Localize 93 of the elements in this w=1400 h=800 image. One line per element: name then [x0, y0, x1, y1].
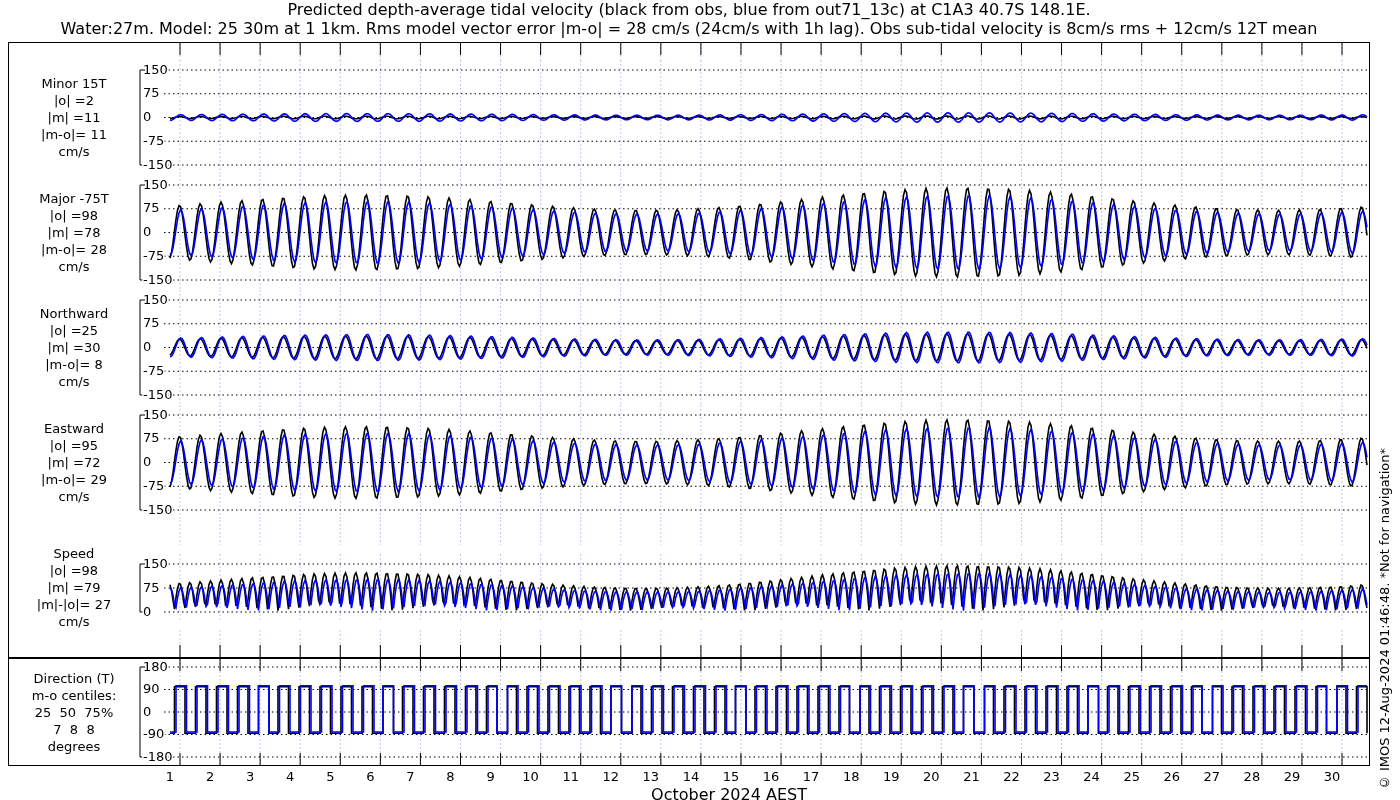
- panel-label: cm/s: [58, 613, 90, 630]
- panel-label: cm/s: [58, 258, 90, 275]
- axis-tick-label: -90: [143, 726, 165, 741]
- axis-tick-label: 180: [143, 658, 168, 674]
- panel-label: |o| =98: [49, 207, 99, 224]
- day-label: 11: [562, 769, 579, 784]
- panel-label: 7 8 8: [53, 720, 95, 738]
- panel-label: Northward: [39, 305, 109, 322]
- day-label: 9: [486, 769, 495, 784]
- axis-tick-label: 150: [143, 555, 168, 570]
- day-label: 2: [205, 769, 215, 784]
- day-label: 21: [963, 769, 980, 784]
- panel-label: degrees: [47, 737, 101, 755]
- chart-title: Predicted depth-average tidal velocity (black from obs, blue from out71_13c) at C1A3 40.7S 148.1E.: [287, 0, 1091, 19]
- credit-note: © IMOS 12-Aug-2024 01:46:48. *Not for navigation*: [1376, 446, 1392, 790]
- axis-tick-label: -75: [143, 247, 165, 263]
- axis-tick-label: -75: [143, 132, 165, 148]
- day-label: 15: [722, 769, 740, 784]
- axis-tick-label: 75: [143, 200, 160, 216]
- day-label: 28: [1243, 769, 1261, 784]
- axis-tick-label: 0: [143, 339, 152, 354]
- axis-tick-label: 75: [143, 315, 160, 331]
- panel-label: Minor 15T: [41, 75, 107, 92]
- axis-tick-label: -180: [143, 748, 173, 764]
- axis-tick-label: 150: [143, 291, 168, 307]
- panel-label: |o| =95: [49, 437, 99, 454]
- axis-tick-label: 150: [143, 176, 168, 192]
- panel-label: 25 50 75%: [34, 703, 114, 721]
- day-label: 12: [602, 769, 620, 784]
- panel-label: |m| =30: [47, 339, 101, 356]
- day-label: 5: [326, 769, 335, 784]
- day-label: 29: [1283, 769, 1301, 784]
- day-label: 23: [1043, 769, 1060, 784]
- panel-label: cm/s: [58, 143, 90, 160]
- day-label: 30: [1323, 769, 1341, 784]
- panel-label: |m-o|= 8: [45, 356, 103, 373]
- day-label: 24: [1083, 769, 1100, 784]
- day-label: 4: [286, 769, 295, 784]
- panel-label: cm/s: [58, 488, 90, 505]
- panel-label: |o| =98: [49, 562, 99, 579]
- panel-label: Eastward: [44, 420, 104, 437]
- day-label: 1: [165, 769, 175, 784]
- panel-label: Speed: [53, 545, 95, 562]
- panel-label: |m|-|o|= 27: [36, 596, 112, 613]
- panel-label: m-o centiles:: [31, 686, 117, 704]
- day-label: 14: [682, 769, 700, 784]
- day-label: 16: [762, 769, 780, 784]
- axis-tick-label: 0: [143, 703, 152, 719]
- panel-label: |m-o|= 11: [41, 126, 107, 143]
- day-label: 13: [642, 769, 660, 784]
- axis-tick-label: 0: [143, 224, 152, 239]
- axis-tick-label: -75: [143, 477, 165, 493]
- axis-tick-label: 90: [143, 681, 160, 696]
- axis-tick-label: -150: [143, 271, 173, 287]
- axis-tick-label: 150: [143, 61, 168, 77]
- axis-tick-label: -150: [143, 501, 173, 517]
- panel-label: |o| =25: [49, 322, 99, 339]
- panel-label: cm/s: [58, 373, 90, 390]
- day-label: 3: [246, 769, 255, 784]
- panel-label: |m-o|= 29: [41, 471, 107, 488]
- day-label: 6: [366, 769, 375, 784]
- day-label: 10: [522, 769, 539, 784]
- panel-label: |o| =2: [54, 92, 94, 109]
- chart-title: Water:27m. Model: 25 30m at 1 1km. Rms model vector error |m-o| = 28 cm/s (24cm/s with 1h lag). Obs sub-tidal velocity is 8cm/s rms + 12cm/s 12T mean: [60, 19, 1318, 38]
- axis-tick-label: 75: [143, 430, 160, 446]
- panel-label: |m| =78: [47, 224, 101, 241]
- axis-tick-label: 75: [143, 579, 160, 594]
- day-label: 19: [883, 769, 900, 784]
- panel-label: Major -75T: [39, 190, 109, 207]
- day-label: 27: [1203, 769, 1221, 784]
- axis-tick-label: -150: [143, 156, 173, 172]
- x-axis-title: October 2024 AEST: [651, 786, 807, 800]
- day-label: 8: [446, 769, 455, 784]
- day-label: 7: [406, 769, 415, 784]
- panel-label: |m| =79: [47, 579, 101, 596]
- day-label: 18: [842, 769, 860, 784]
- day-label: 25: [1123, 769, 1140, 784]
- panel-label: Direction (T): [33, 669, 115, 687]
- panel-label: |m-o|= 28: [41, 241, 107, 258]
- day-label: 17: [802, 769, 820, 784]
- panel-label: |m| =11: [47, 109, 101, 126]
- day-label: 22: [1003, 769, 1020, 784]
- day-label: 20: [923, 769, 940, 784]
- axis-tick-label: 0: [143, 454, 152, 469]
- day-label: 26: [1163, 769, 1180, 784]
- axis-tick-label: 0: [143, 109, 152, 124]
- axis-tick-label: -150: [143, 386, 173, 402]
- axis-tick-label: 150: [143, 406, 168, 422]
- axis-tick-label: 0: [143, 603, 152, 618]
- y-axis: [139, 563, 146, 612]
- axis-tick-label: -75: [143, 362, 165, 378]
- panel-label: |m| =72: [47, 454, 101, 471]
- axis-tick-label: 75: [143, 85, 160, 101]
